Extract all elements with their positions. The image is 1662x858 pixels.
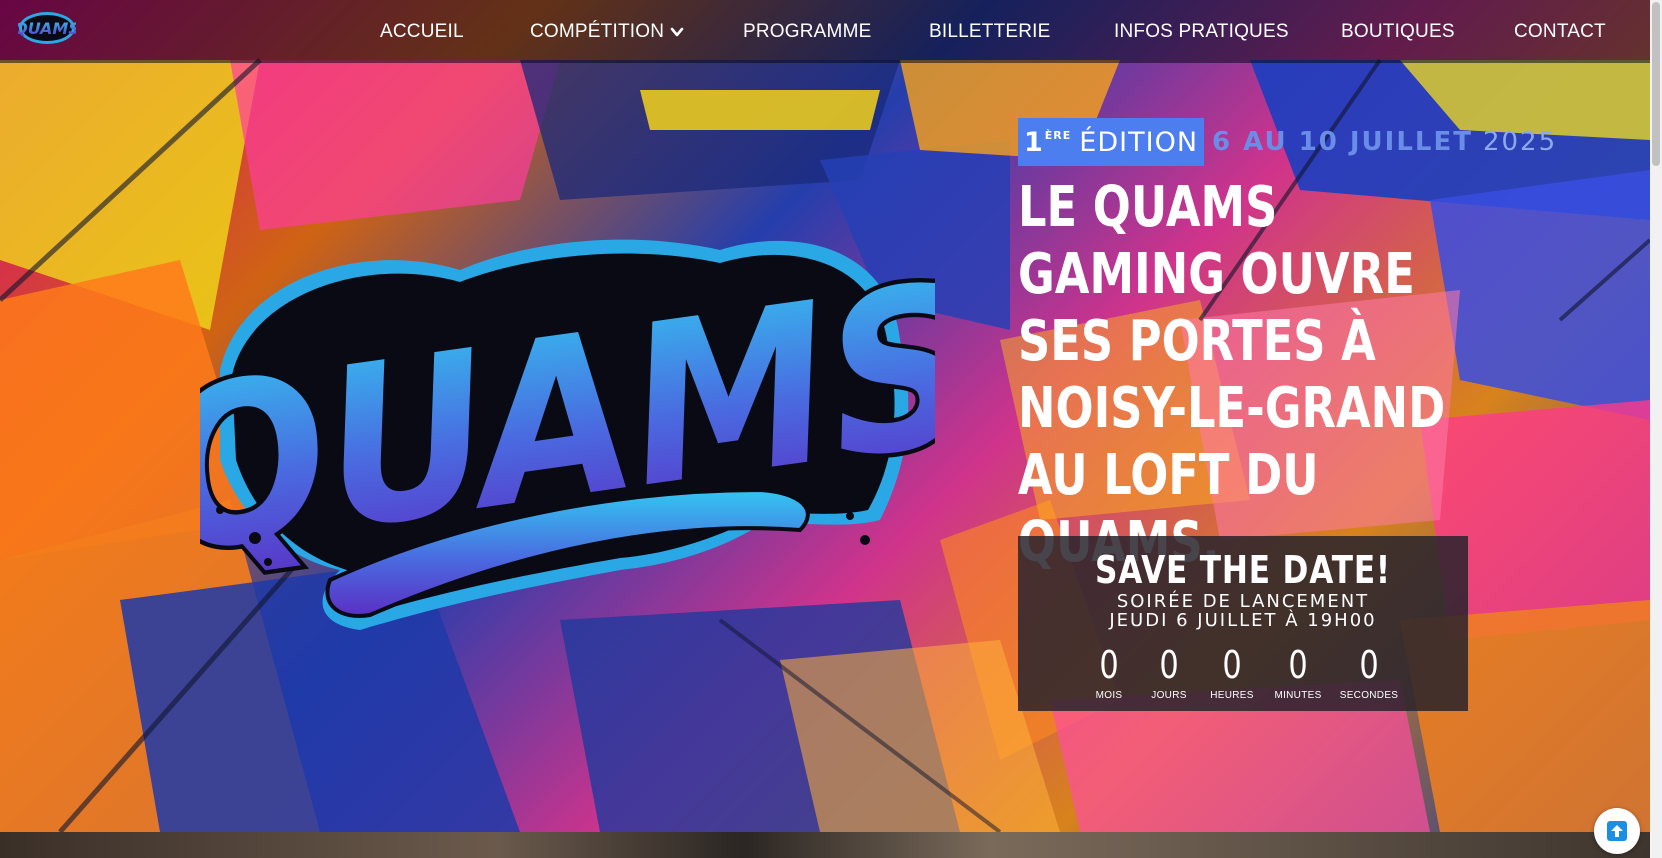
edition-year: 2025	[1482, 127, 1558, 157]
countdown-panel: SAVE THE DATE! SOIRÉE DE LANCEMENT JEUDI…	[1018, 536, 1468, 711]
edition-word: ÉDITION	[1079, 126, 1199, 158]
countdown-minutes: 0 MINUTES	[1265, 644, 1331, 701]
quams-logo-icon[interactable]: QUAMS	[14, 10, 80, 46]
countdown-value: 0	[1288, 643, 1308, 687]
save-the-date-title: SAVE THE DATE!	[1095, 548, 1391, 592]
nav-item-billetterie[interactable]: BILLETTERIE	[929, 21, 1051, 43]
page: QUAMS QUAMS ACC	[0, 0, 1662, 858]
nav-logo-text: QUAMS	[18, 19, 76, 38]
nav-item-programme[interactable]: PROGRAMME	[743, 21, 871, 43]
edition-superscript: ÈRE	[1044, 129, 1072, 142]
nav-item-label: COMPÉTITION	[530, 20, 665, 42]
hero-headline: LE QUAMS GAMING OUVRE SES PORTES À NOISY…	[1018, 175, 1446, 575]
countdown-days: 0 JOURS	[1139, 644, 1199, 701]
countdown-hours: 0 HEURES	[1199, 644, 1265, 701]
countdown-label: MOIS	[1095, 690, 1123, 701]
countdown-label: HEURES	[1210, 690, 1254, 701]
countdown-value: 0	[1359, 643, 1379, 687]
quams-logo-graphic: QUAMS	[136, 231, 994, 630]
nav-logo-graphic: QUAMS	[14, 12, 80, 44]
edition-dates: 6 AU 10 JUILLET	[1212, 127, 1473, 157]
countdown-label: MINUTES	[1274, 690, 1322, 701]
arrow-up-icon	[1607, 821, 1627, 841]
nav-item-accueil[interactable]: ACCUEIL	[380, 21, 464, 43]
launch-event-date: JEUDI 6 JUILLET À 19H00	[1109, 610, 1377, 631]
edition-number: 1	[1024, 126, 1044, 158]
top-navbar: QUAMS ACCUEIL COMPÉTITION PROGRAMME BILL…	[0, 0, 1650, 63]
countdown-counters: 0 MOIS 0 JOURS 0 HEURES 0 MINUTES 0 SECO…	[1018, 644, 1468, 701]
nav-item-label: INFOS PRATIQUES	[1114, 20, 1289, 42]
countdown-value: 0	[1222, 643, 1242, 687]
countdown-value: 0	[1099, 643, 1119, 687]
nav-item-contact[interactable]: CONTACT	[1514, 21, 1606, 43]
countdown-seconds: 0 SECONDES	[1331, 644, 1407, 701]
arrow-up-glyph	[1611, 825, 1623, 837]
edition-badge: 1 ÈRE ÉDITION	[1018, 118, 1205, 166]
nav-item-label: BILLETTERIE	[929, 20, 1051, 42]
page-scrollbar[interactable]	[1650, 0, 1662, 858]
nav-item-competition[interactable]: COMPÉTITION	[530, 21, 684, 43]
nav-item-label: BOUTIQUES	[1341, 20, 1455, 42]
countdown-label: SECONDES	[1339, 690, 1399, 701]
nav-item-label: PROGRAMME	[743, 20, 872, 42]
edition-banner: 1 ÈRE ÉDITION 6 AU 10 JUILLET 2025	[1018, 118, 1557, 166]
countdown-months: 0 MOIS	[1079, 644, 1139, 701]
countdown-value: 0	[1159, 643, 1179, 687]
countdown-label: JOURS	[1151, 690, 1187, 701]
back-to-top-button[interactable]	[1594, 808, 1640, 854]
next-section-edge	[0, 832, 1650, 858]
nav-item-label: ACCUEIL	[380, 20, 464, 42]
scrollbar-thumb[interactable]	[1652, 2, 1660, 166]
launch-event-line: SOIRÉE DE LANCEMENT	[1116, 591, 1370, 612]
chevron-down-icon	[670, 27, 684, 36]
nav-item-label: CONTACT	[1514, 20, 1606, 42]
nav-item-infos-pratiques[interactable]: INFOS PRATIQUES	[1114, 21, 1289, 43]
quams-hero-logo: QUAMS	[136, 220, 994, 640]
nav-item-boutiques[interactable]: BOUTIQUES	[1341, 21, 1455, 43]
